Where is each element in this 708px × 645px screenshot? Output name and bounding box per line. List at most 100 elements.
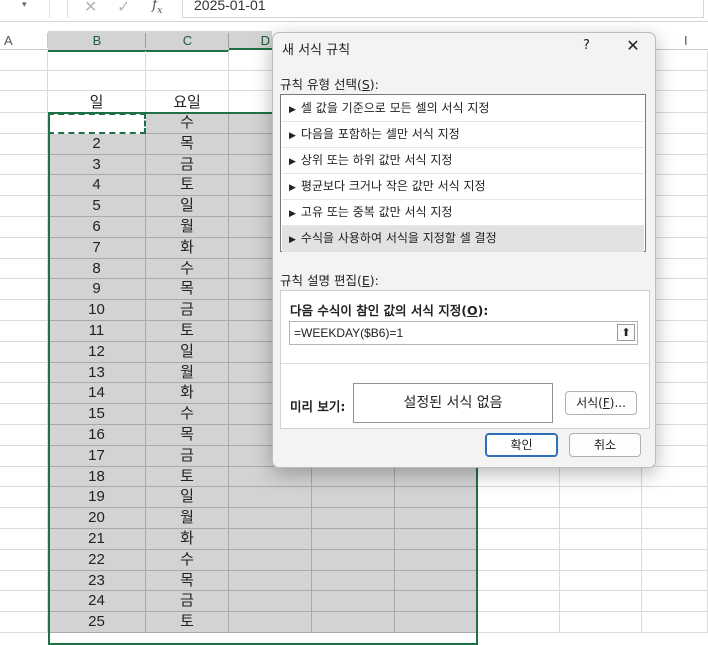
cell[interactable] bbox=[560, 487, 642, 509]
cell[interactable] bbox=[0, 508, 48, 529]
weekday-cell[interactable]: 금 bbox=[146, 300, 229, 321]
cell[interactable] bbox=[395, 487, 478, 509]
day-cell[interactable]: 22 bbox=[48, 549, 146, 571]
weekday-cell[interactable]: 수 bbox=[146, 113, 229, 134]
day-cell[interactable]: 23 bbox=[48, 570, 146, 592]
cell[interactable] bbox=[0, 445, 48, 467]
cell[interactable] bbox=[560, 570, 642, 592]
cell[interactable] bbox=[0, 113, 48, 134]
cell[interactable] bbox=[395, 466, 478, 488]
weekday-cell[interactable]: 화 bbox=[146, 237, 229, 259]
weekday-cell[interactable]: 토 bbox=[146, 321, 229, 342]
cell[interactable] bbox=[312, 529, 395, 550]
day-cell[interactable]: 17 bbox=[48, 445, 146, 467]
cell[interactable] bbox=[478, 549, 560, 571]
list-item-selected[interactable]: ▶ 수식을 사용하여 서식을 지정할 셀 결정 bbox=[282, 226, 644, 252]
cell[interactable] bbox=[0, 217, 48, 238]
cell[interactable] bbox=[642, 549, 708, 571]
day-cell[interactable]: 8 bbox=[48, 258, 146, 280]
column-header-a[interactable]: A bbox=[0, 31, 48, 50]
cell[interactable] bbox=[312, 570, 395, 592]
cell[interactable] bbox=[642, 591, 708, 613]
cell[interactable] bbox=[395, 591, 478, 613]
cell[interactable] bbox=[312, 466, 395, 488]
cell[interactable] bbox=[312, 612, 395, 633]
cell[interactable] bbox=[0, 321, 48, 342]
cell[interactable] bbox=[312, 508, 395, 529]
cell[interactable] bbox=[0, 154, 48, 176]
collapse-dialog-button[interactable]: ⬆ bbox=[617, 324, 635, 341]
list-item[interactable]: ▶ 상위 또는 하위 값만 서식 지정 bbox=[282, 148, 644, 174]
weekday-cell[interactable]: 금 bbox=[146, 154, 229, 176]
cell[interactable] bbox=[0, 91, 48, 113]
cell[interactable] bbox=[48, 51, 146, 71]
cell[interactable] bbox=[146, 51, 229, 71]
cell[interactable] bbox=[478, 487, 560, 509]
cell[interactable] bbox=[395, 549, 478, 571]
day-cell[interactable]: 10 bbox=[48, 300, 146, 321]
weekday-cell[interactable]: 월 bbox=[146, 508, 229, 529]
day-cell[interactable]: 4 bbox=[48, 175, 146, 197]
cell[interactable] bbox=[478, 570, 560, 592]
insert-function-icon[interactable]: fx bbox=[152, 0, 162, 16]
cell[interactable] bbox=[0, 362, 48, 384]
day-cell[interactable]: 2 bbox=[48, 133, 146, 155]
ok-button[interactable]: 확인 bbox=[485, 433, 558, 457]
weekday-cell[interactable]: 일 bbox=[146, 487, 229, 509]
weekday-cell[interactable]: 화 bbox=[146, 383, 229, 405]
cell[interactable] bbox=[478, 612, 560, 633]
cell[interactable] bbox=[560, 508, 642, 529]
cell[interactable] bbox=[0, 487, 48, 509]
header-cell-day[interactable]: 일 bbox=[48, 91, 146, 113]
cell[interactable] bbox=[395, 570, 478, 592]
name-box-dropdown-icon[interactable]: ▾ bbox=[22, 0, 27, 10]
cancel-button[interactable]: 취소 bbox=[569, 433, 641, 457]
day-cell[interactable]: 5 bbox=[48, 196, 146, 217]
cell[interactable] bbox=[478, 529, 560, 550]
weekday-cell[interactable]: 금 bbox=[146, 445, 229, 467]
weekday-cell[interactable]: 목 bbox=[146, 133, 229, 155]
cell[interactable] bbox=[229, 570, 312, 592]
cell[interactable] bbox=[0, 51, 48, 71]
formula-field[interactable]: =WEEKDAY($B6)=1 ⬆ bbox=[289, 321, 638, 345]
day-cell[interactable]: 9 bbox=[48, 279, 146, 301]
day-cell[interactable]: 3 bbox=[48, 154, 146, 176]
cell[interactable] bbox=[395, 508, 478, 529]
cell[interactable] bbox=[0, 71, 48, 91]
list-item[interactable]: ▶ 평균보다 크거나 작은 값만 서식 지정 bbox=[282, 174, 644, 200]
list-item[interactable]: ▶ 고유 또는 중복 값만 서식 지정 bbox=[282, 200, 644, 226]
day-cell[interactable]: 25 bbox=[48, 612, 146, 633]
cell[interactable] bbox=[0, 237, 48, 259]
day-cell[interactable]: 13 bbox=[48, 362, 146, 384]
cell[interactable] bbox=[0, 404, 48, 425]
header-cell-weekday[interactable]: 요일 bbox=[146, 91, 229, 113]
cell[interactable] bbox=[395, 612, 478, 633]
close-icon[interactable]: ✕ bbox=[622, 35, 644, 57]
cell[interactable] bbox=[312, 487, 395, 509]
cell[interactable] bbox=[642, 466, 708, 488]
list-item[interactable]: ▶ 셀 값을 기준으로 모든 셀의 서식 지정 bbox=[282, 96, 644, 122]
weekday-cell[interactable]: 일 bbox=[146, 196, 229, 217]
day-cell[interactable]: 24 bbox=[48, 591, 146, 613]
cell[interactable] bbox=[0, 258, 48, 280]
weekday-cell[interactable]: 목 bbox=[146, 570, 229, 592]
day-cell[interactable]: 18 bbox=[48, 466, 146, 488]
cell[interactable] bbox=[229, 549, 312, 571]
cell[interactable] bbox=[229, 508, 312, 529]
cell[interactable] bbox=[0, 529, 48, 550]
weekday-cell[interactable]: 수 bbox=[146, 549, 229, 571]
cell[interactable] bbox=[0, 133, 48, 155]
day-cell[interactable]: 7 bbox=[48, 237, 146, 259]
weekday-cell[interactable]: 토 bbox=[146, 466, 229, 488]
cell[interactable] bbox=[229, 612, 312, 633]
day-cell[interactable]: 21 bbox=[48, 529, 146, 550]
weekday-cell[interactable]: 수 bbox=[146, 258, 229, 280]
cell[interactable] bbox=[48, 71, 146, 91]
cell[interactable] bbox=[478, 508, 560, 529]
day-cell[interactable]: 19 bbox=[48, 487, 146, 509]
cell[interactable] bbox=[0, 466, 48, 488]
cell[interactable] bbox=[395, 529, 478, 550]
day-cell[interactable]: 16 bbox=[48, 425, 146, 446]
cell[interactable] bbox=[229, 487, 312, 509]
day-cell[interactable]: 14 bbox=[48, 383, 146, 405]
